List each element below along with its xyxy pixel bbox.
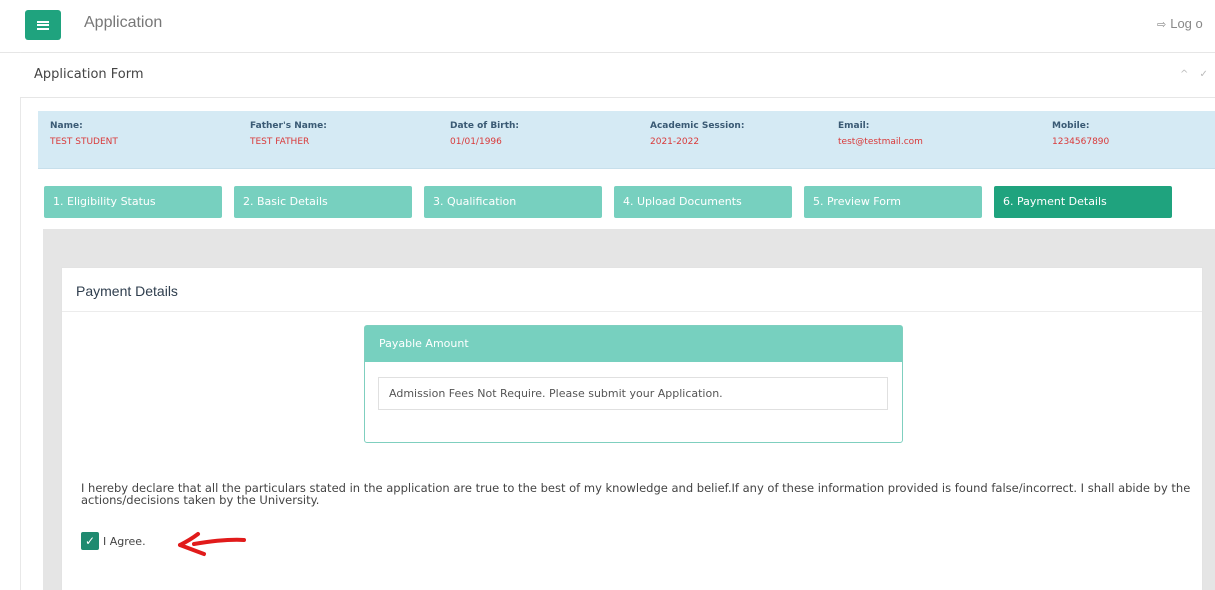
tab-basic-details[interactable]: 2. Basic Details <box>234 186 412 218</box>
payment-details-title: Payment Details <box>76 283 178 299</box>
tab-eligibility-status[interactable]: 1. Eligibility Status <box>44 186 222 218</box>
application-form-title: Application Form <box>34 67 144 82</box>
agree-checkbox[interactable]: ✓ <box>81 532 99 550</box>
content-border <box>20 52 21 590</box>
menu-toggle-button[interactable] <box>25 10 61 40</box>
logout-link[interactable]: ⇨ Log o <box>1157 16 1203 31</box>
info-session: Academic Session: 2021-2022 <box>650 121 744 147</box>
page-title: Application <box>84 14 163 31</box>
red-arrow-annotation-icon <box>178 532 246 556</box>
info-value: TEST STUDENT <box>50 137 118 147</box>
sign-out-icon: ⇨ <box>1157 19 1167 31</box>
info-dob: Date of Birth: 01/01/1996 <box>450 121 519 147</box>
agree-row[interactable]: ✓ I Agree. <box>81 532 146 550</box>
info-label: Email: <box>838 121 870 131</box>
info-value: TEST FATHER <box>250 137 310 147</box>
payable-amount-panel: Payable Amount Admission Fees Not Requir… <box>364 325 903 443</box>
tab-payment-details[interactable]: 6. Payment Details <box>994 186 1172 218</box>
student-info-bar: Name: TEST STUDENT Father's Name: TEST F… <box>38 111 1215 169</box>
info-value: 01/01/1996 <box>450 137 502 147</box>
payment-message: Admission Fees Not Require. Please submi… <box>378 377 888 410</box>
info-label: Name: <box>50 121 83 131</box>
info-label: Date of Birth: <box>450 121 520 131</box>
check-icon: ✓ <box>84 534 96 548</box>
info-name: Name: TEST STUDENT <box>50 121 118 147</box>
info-value: 2021-2022 <box>650 137 700 147</box>
hamburger-icon <box>37 20 49 30</box>
declaration-text: I hereby declare that all the particular… <box>81 481 1191 507</box>
info-mobile: Mobile: 1234567890 <box>1052 121 1109 147</box>
payable-amount-heading: Payable Amount <box>365 326 902 362</box>
tab-upload-documents[interactable]: 4. Upload Documents <box>614 186 792 218</box>
info-value: 1234567890 <box>1052 137 1110 147</box>
agree-label[interactable]: I Agree. <box>103 535 146 548</box>
info-label: Mobile: <box>1052 121 1090 131</box>
info-value: test@testmail.com <box>838 137 923 147</box>
application-form-header: Application Form ^ ✓ <box>20 53 1215 98</box>
divider <box>62 311 1202 312</box>
panel-tools[interactable]: ^ ✓ <box>1180 69 1212 80</box>
info-father-name: Father's Name: TEST FATHER <box>250 121 327 147</box>
info-label: Academic Session: <box>650 121 745 131</box>
tab-preview-form[interactable]: 5. Preview Form <box>804 186 982 218</box>
info-email: Email: test@testmail.com <box>838 121 923 147</box>
top-bar: Application ⇨ Log o <box>0 0 1215 53</box>
logout-label: Log o <box>1170 16 1203 31</box>
tab-qualification[interactable]: 3. Qualification <box>424 186 602 218</box>
info-label: Father's Name: <box>250 121 327 131</box>
